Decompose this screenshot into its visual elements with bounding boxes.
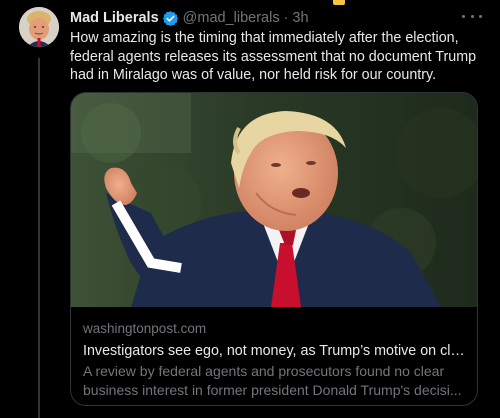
card-meta: washingtonpost.com Investigators see ego…: [83, 321, 469, 399]
tweet-text-line: federal agents releases its assessment t…: [70, 48, 477, 65]
card-description: A review by federal agents and prosecuto…: [83, 362, 469, 399]
author-name[interactable]: Mad Liberals: [70, 10, 159, 26]
separator-dot: ·: [283, 10, 289, 26]
tweet-header: Mad Liberals @mad_liberals · 3h: [70, 8, 490, 28]
card-description-line: A review by federal agents and prosecuto…: [83, 363, 445, 379]
card-image[interactable]: [71, 93, 477, 307]
verified-badge-icon: [162, 10, 178, 26]
author-handle[interactable]: @mad_liberals: [183, 10, 280, 26]
link-card[interactable]: washingtonpost.com Investigators see ego…: [70, 92, 478, 406]
card-title[interactable]: Investigators see ego, not money, as Tru…: [83, 343, 469, 359]
card-description-line: business interest in former president Do…: [83, 381, 462, 398]
previous-tweet-clip: [0, 0, 500, 6]
more-options-icon: [462, 14, 465, 18]
emoji-icon: [333, 0, 345, 5]
card-photo: [71, 93, 477, 307]
card-domain: washingtonpost.com: [83, 321, 207, 336]
tweet-text-line: had in Miralago was of value, nor held r…: [70, 67, 437, 83]
timestamp[interactable]: 3h: [292, 10, 308, 26]
thread-line: [38, 58, 40, 418]
tweet-text: How amazing is the timing that immediate…: [70, 29, 488, 85]
more-options-button[interactable]: [462, 8, 482, 24]
avatar-image: [19, 7, 59, 47]
avatar[interactable]: [19, 7, 59, 47]
tweet-text-line: How amazing is the timing that immediate…: [70, 30, 459, 46]
